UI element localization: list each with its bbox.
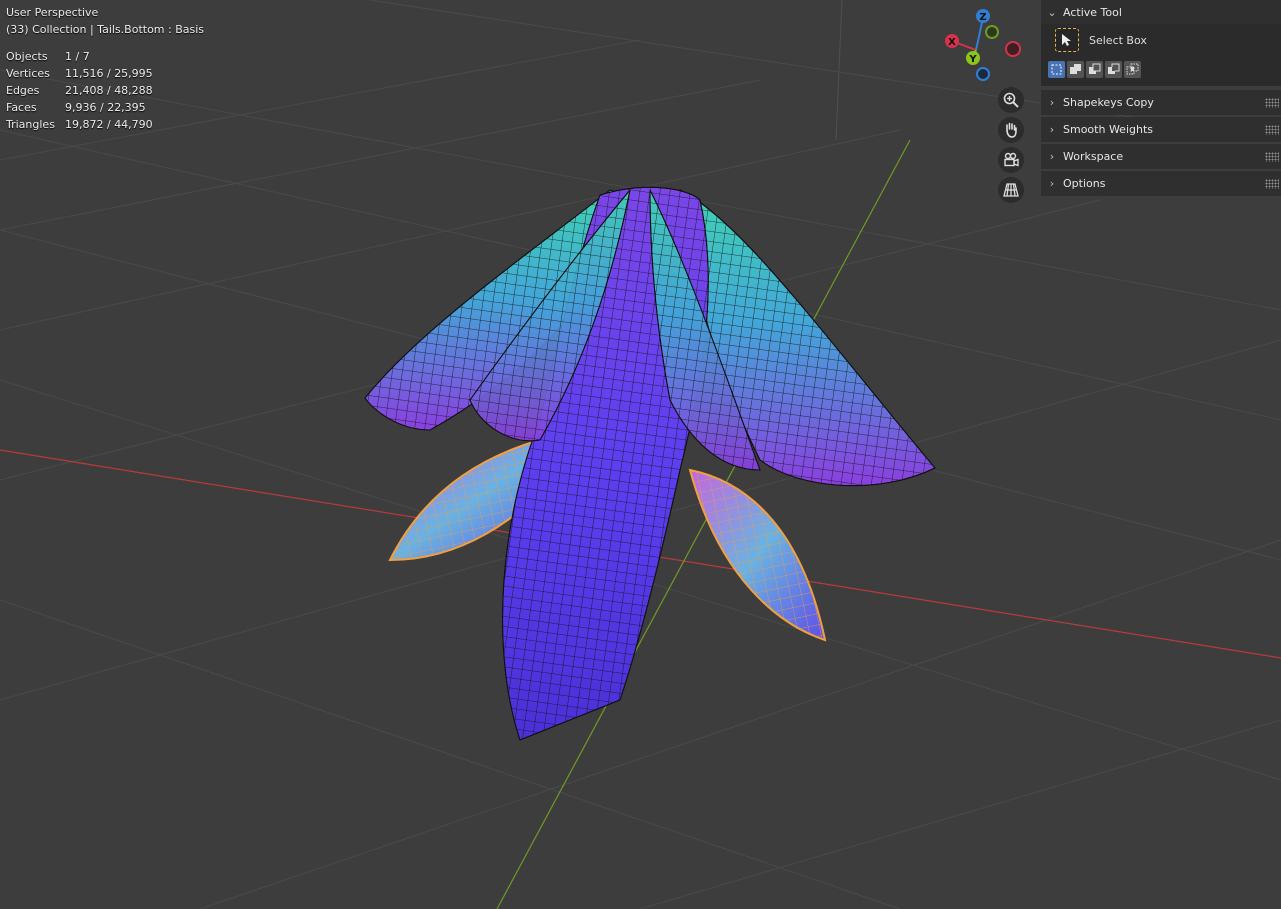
mode-subtract-icon (1089, 63, 1101, 74)
panel-smooth-weights[interactable]: › Smooth Weights (1041, 117, 1281, 142)
panel-workspace[interactable]: › Workspace (1041, 144, 1281, 169)
mode-invert-button[interactable] (1105, 61, 1122, 78)
gizmo-neg-z[interactable] (976, 67, 990, 81)
mode-extend-icon (1070, 64, 1081, 74)
gizmo-x-label: X (948, 37, 956, 48)
select-box-tool[interactable]: Select Box (1055, 28, 1147, 52)
mesh-tails-main (364, 186, 936, 741)
active-tool-body: Select Box (1041, 24, 1281, 86)
camera-icon (1004, 152, 1019, 167)
gizmo-y-label: Y (968, 54, 977, 65)
drag-grip-icon[interactable] (1265, 124, 1279, 135)
hand-pan-icon (1006, 122, 1017, 138)
stat-value: 1 / 7 (65, 50, 90, 63)
selection-mode-group (1048, 61, 1141, 78)
panel-title: Smooth Weights (1063, 123, 1153, 136)
panel-title: Shapekeys Copy (1063, 96, 1154, 109)
perspective-toggle-button[interactable] (998, 177, 1024, 203)
context-label: (33) Collection | Tails.Bottom : Basis (6, 23, 205, 36)
chevron-right-icon: › (1049, 123, 1055, 136)
panel-title: Workspace (1063, 150, 1124, 163)
statistics-overlay: Objects 1 / 7 Vertices 11,516 / 25,995 E… (6, 48, 153, 133)
chevron-right-icon: › (1049, 96, 1055, 109)
stat-row: Faces 9,936 / 22,395 (6, 99, 153, 116)
gizmo-neg-y[interactable] (985, 25, 999, 39)
mode-invert-icon (1108, 63, 1120, 74)
stat-row: Vertices 11,516 / 25,995 (6, 65, 153, 82)
stat-row: Objects 1 / 7 (6, 48, 153, 65)
mode-set-icon (1051, 64, 1062, 75)
chevron-right-icon: › (1049, 177, 1055, 190)
zoom-button[interactable] (998, 87, 1024, 113)
chevron-right-icon: › (1049, 150, 1055, 163)
stat-value: 21,408 / 48,288 (65, 84, 153, 97)
stat-label: Objects (6, 50, 48, 63)
panel-title: Options (1063, 177, 1106, 190)
panel-options[interactable]: › Options (1041, 171, 1281, 196)
camera-view-button[interactable] (998, 147, 1024, 173)
viewport-header-text: User Perspective (33) Collection | Tails… (6, 4, 204, 38)
drag-grip-icon[interactable] (1265, 151, 1279, 162)
stat-label: Faces (6, 101, 37, 114)
gizmo-neg-x[interactable] (1005, 41, 1021, 57)
mode-intersect-icon (1126, 63, 1139, 75)
stat-row: Triangles 19,872 / 44,790 (6, 116, 153, 133)
zoom-icon (1003, 92, 1019, 108)
stat-label: Triangles (6, 118, 55, 131)
mode-subtract-button[interactable] (1086, 61, 1103, 78)
3d-viewport[interactable]: User Perspective (33) Collection | Tails… (0, 0, 1281, 909)
stat-row: Edges 21,408 / 48,288 (6, 82, 153, 99)
select-box-icon (1055, 28, 1079, 52)
stat-value: 11,516 / 25,995 (65, 67, 153, 80)
stat-value: 19,872 / 44,790 (65, 118, 153, 131)
stat-label: Edges (6, 84, 40, 97)
panel-shapekeys-copy[interactable]: › Shapekeys Copy (1041, 90, 1281, 115)
view-name: User Perspective (6, 6, 99, 19)
navigation-gizmo[interactable]: Z X Y (940, 4, 1026, 90)
stat-label: Vertices (6, 67, 50, 80)
drag-grip-icon[interactable] (1265, 97, 1279, 108)
stat-value: 9,936 / 22,395 (65, 101, 146, 114)
mode-intersect-button[interactable] (1124, 61, 1141, 78)
chevron-down-icon: ⌄ (1047, 6, 1057, 19)
mode-set-button[interactable] (1048, 61, 1065, 78)
mode-extend-button[interactable] (1067, 61, 1084, 78)
sidebar-panel: ⌄ Active Tool Select Box › Shapekeys Cop… (1041, 0, 1281, 198)
grid-perspective-icon (1003, 183, 1019, 197)
active-tool-header[interactable]: ⌄ Active Tool (1041, 0, 1281, 25)
pan-button[interactable] (998, 117, 1024, 143)
gizmo-z-label: Z (979, 12, 986, 23)
tool-label: Select Box (1089, 33, 1147, 47)
drag-grip-icon[interactable] (1265, 178, 1279, 189)
panel-title: Active Tool (1063, 6, 1122, 19)
